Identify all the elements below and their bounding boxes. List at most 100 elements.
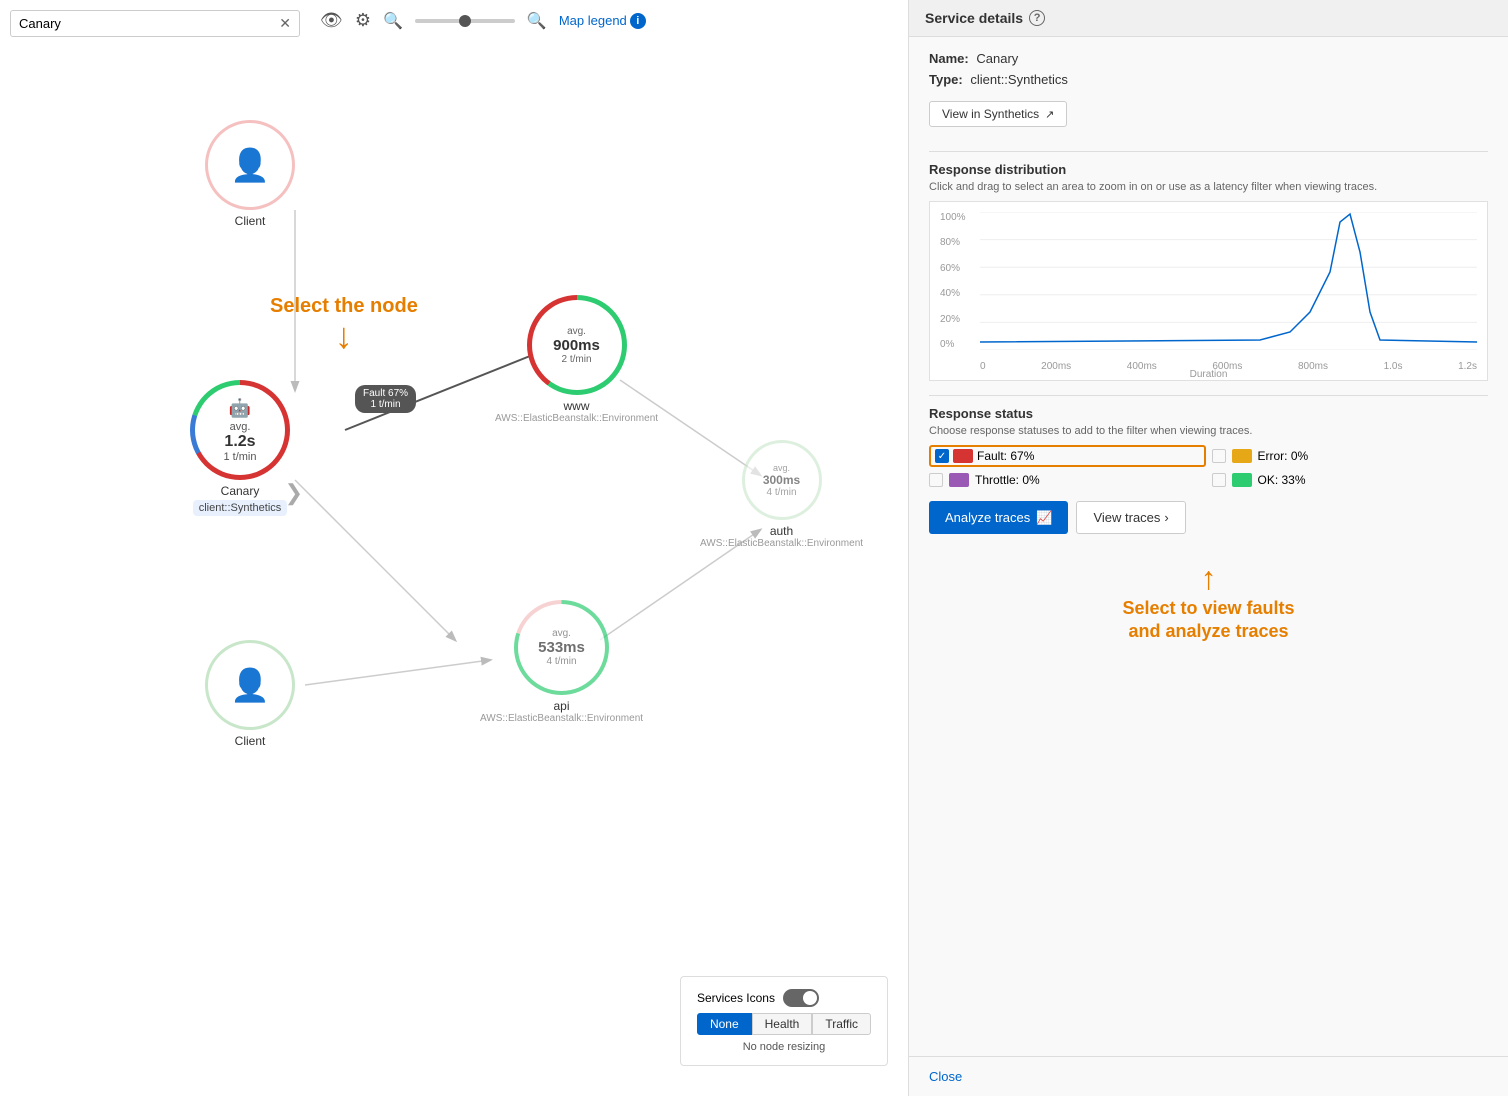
fault-checkbox[interactable]: ✓: [935, 449, 949, 463]
throttle-checkbox[interactable]: [929, 473, 943, 487]
fault-badge-label: Fault 67%: [363, 388, 408, 399]
view-mode-group: None Health Traffic: [697, 1013, 871, 1035]
type-label: Type:: [929, 72, 963, 87]
close-button[interactable]: Close: [909, 1056, 1508, 1096]
panel-header: Service details ?: [909, 0, 1508, 37]
ok-checkbox[interactable]: [1212, 473, 1226, 487]
response-status-title: Response status: [929, 406, 1488, 421]
name-label: Name:: [929, 51, 969, 66]
view-traces-button[interactable]: View traces ›: [1076, 501, 1185, 534]
services-icons-label: Services Icons: [697, 991, 775, 1005]
response-distribution-title: Response distribution: [929, 162, 1488, 177]
status-grid: ✓ Fault: 67% Error: 0% Throttle: 0%: [929, 445, 1488, 487]
select-node-annotation: Select the node ↓: [270, 295, 418, 354]
services-icons-toggle[interactable]: [783, 989, 819, 1007]
service-details-panel: Service details ? Name: Canary Type: cli…: [908, 0, 1508, 1096]
api-label: api: [554, 699, 570, 713]
fault-badge-sublabel: 1 t/min: [363, 399, 408, 410]
api-tpm: 4 t/min: [547, 656, 577, 667]
graph-panel: ✕ 👁 ⚙ 🔍 🔍 Map legend i: [0, 0, 908, 1096]
zoom-out-icon[interactable]: 🔍: [383, 11, 403, 31]
view-synthetics-label: View in Synthetics: [942, 107, 1039, 121]
error-color: [1232, 449, 1252, 463]
response-distribution-desc: Click and drag to select an area to zoom…: [929, 181, 1488, 193]
toggle-bg: [783, 989, 819, 1007]
btn-health[interactable]: Health: [752, 1013, 813, 1035]
response-status-section: Response status Choose response statuses…: [929, 406, 1488, 487]
status-ok[interactable]: OK: 33%: [1212, 473, 1489, 487]
divider-2: [929, 395, 1488, 396]
node-www[interactable]: avg. 900ms 2 t/min www AWS::ElasticBeans…: [495, 295, 658, 424]
help-icon[interactable]: ?: [1029, 10, 1045, 26]
api-circle: avg. 533ms 4 t/min: [514, 600, 609, 695]
node-client-top[interactable]: 👤 Client: [205, 120, 295, 228]
node-api[interactable]: avg. 533ms 4 t/min api AWS::ElasticBeans…: [480, 600, 643, 724]
status-fault[interactable]: ✓ Fault: 67%: [929, 445, 1206, 467]
auth-label: auth: [770, 524, 793, 538]
right-nav-arrow[interactable]: ❯: [285, 480, 303, 506]
analyze-traces-label: Analyze traces: [945, 510, 1030, 525]
map-legend-info-icon: i: [630, 13, 646, 29]
client-top-icon: 👤: [230, 146, 270, 184]
btn-traffic[interactable]: Traffic: [812, 1013, 871, 1035]
chart-y-axis: 100% 80% 60% 40% 20% 0%: [940, 212, 966, 350]
auth-avg: avg.: [773, 463, 790, 473]
error-label: Error: 0%: [1258, 449, 1309, 463]
canary-tpm: 1 t/min: [223, 451, 256, 463]
divider-1: [929, 151, 1488, 152]
search-bar: ✕: [10, 10, 300, 37]
type-value: client::Synthetics: [970, 72, 1068, 87]
search-input[interactable]: [19, 16, 275, 31]
www-sublabel: AWS::ElasticBeanstalk::Environment: [495, 413, 658, 424]
clear-search-button[interactable]: ✕: [279, 15, 291, 32]
status-throttle[interactable]: Throttle: 0%: [929, 473, 1206, 487]
fault-label: Fault: 67%: [977, 449, 1034, 463]
zoom-slider[interactable]: [415, 19, 515, 23]
btn-none[interactable]: None: [697, 1013, 752, 1035]
auth-speed: 300ms: [763, 473, 800, 487]
auth-sublabel: AWS::ElasticBeanstalk::Environment: [700, 538, 863, 549]
api-speed: 533ms: [538, 639, 585, 656]
settings-icon[interactable]: ⚙: [355, 10, 371, 31]
select-node-arrow-icon: ↓: [335, 318, 353, 354]
canary-node-icon: 🤖: [229, 398, 251, 419]
ok-color: [1232, 473, 1252, 487]
type-row: Type: client::Synthetics: [929, 72, 1488, 87]
status-error[interactable]: Error: 0%: [1212, 445, 1489, 467]
annotation-text: Select to view faultsand analyze traces: [1122, 597, 1294, 644]
node-canary[interactable]: 🤖 avg. 1.2s 1 t/min Canary client::Synth…: [190, 380, 290, 516]
ok-label: OK: 33%: [1258, 473, 1306, 487]
services-icons-row: Services Icons: [697, 989, 871, 1007]
api-avg: avg.: [552, 628, 571, 639]
fault-badge: Fault 67% 1 t/min: [355, 385, 416, 413]
chart-svg: [980, 212, 1477, 350]
canary-speed: 1.2s: [224, 433, 255, 451]
panel-title: Service details: [925, 10, 1023, 26]
analyze-traces-icon: 📈: [1036, 510, 1052, 526]
eye-icon[interactable]: 👁: [320, 10, 343, 31]
toolbar: 👁 ⚙ 🔍 🔍 Map legend i: [320, 10, 646, 31]
canary-sublabel: client::Synthetics: [193, 500, 288, 516]
response-distribution-chart[interactable]: 100% 80% 60% 40% 20% 0% 0 20: [929, 201, 1488, 381]
view-traces-chevron: ›: [1164, 510, 1168, 525]
throttle-color: [949, 473, 969, 487]
error-checkbox[interactable]: [1212, 449, 1226, 463]
analyze-traces-button[interactable]: Analyze traces 📈: [929, 501, 1068, 534]
view-synthetics-button[interactable]: View in Synthetics ↗: [929, 101, 1067, 127]
name-value: Canary: [976, 51, 1018, 66]
node-client-bottom[interactable]: 👤 Client: [205, 640, 295, 748]
client-top-circle: 👤: [205, 120, 295, 210]
www-speed: 900ms: [553, 337, 600, 354]
action-buttons: Analyze traces 📈 View traces ›: [929, 501, 1488, 534]
auth-tpm: 4 t/min: [767, 487, 797, 498]
canary-avg: avg.: [230, 421, 251, 433]
response-status-desc: Choose response statuses to add to the f…: [929, 425, 1488, 437]
zoom-in-icon[interactable]: 🔍: [527, 11, 547, 31]
chart-x-axis: 0 200ms 400ms 600ms 800ms 1.0s 1.2s: [980, 361, 1477, 372]
map-legend-button[interactable]: Map legend i: [559, 13, 646, 29]
annotation-section: ↑ Select to view faultsand analyze trace…: [929, 550, 1488, 654]
chart-x-label: Duration: [1190, 369, 1228, 380]
client-top-label: Client: [235, 214, 266, 228]
panel-content: Name: Canary Type: client::Synthetics Vi…: [909, 37, 1508, 668]
node-auth[interactable]: avg. 300ms 4 t/min auth AWS::ElasticBean…: [700, 440, 863, 549]
